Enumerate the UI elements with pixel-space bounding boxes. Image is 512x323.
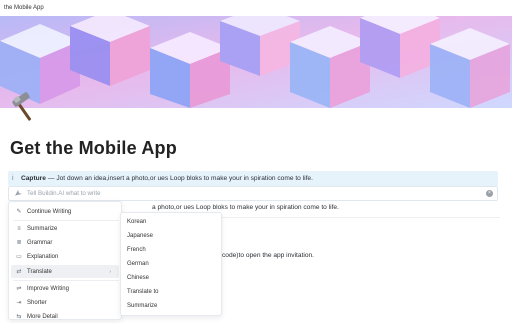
- menu-item-continue-writing[interactable]: ✎ Continue Writing: [11, 205, 119, 218]
- menu-item-explanation[interactable]: ▭ Explanation: [11, 250, 119, 263]
- menu-item-summarize[interactable]: ≡ Summarize: [11, 222, 119, 235]
- callout-capture: i Capture — Jot down an idea,insert a ph…: [8, 171, 498, 186]
- cover-image: [0, 16, 512, 108]
- improve-icon: ⇌: [16, 286, 22, 292]
- ai-sparkle-icon: [14, 189, 23, 198]
- ai-prompt-bar: ×: [8, 186, 498, 201]
- submenu-item-label: Summarize: [127, 303, 158, 309]
- menu-item-label: Continue Writing: [27, 208, 72, 215]
- menu-divider: [13, 280, 119, 281]
- menu-item-label: Summarize: [27, 225, 58, 232]
- page-title: Get the Mobile App: [10, 138, 177, 158]
- submenu-item-korean[interactable]: Korean: [123, 216, 219, 228]
- submenu-item-label: German: [127, 261, 149, 267]
- submenu-item-summarize[interactable]: Summarize: [123, 300, 219, 312]
- menu-item-label: Shorter: [27, 299, 47, 306]
- submenu-item-french[interactable]: French: [123, 244, 219, 256]
- submenu-item-label: Japanese: [127, 233, 154, 239]
- window-title: the Mobile App: [4, 5, 44, 11]
- window-title-bar: the Mobile App: [0, 0, 512, 16]
- cubes-graphic: [0, 16, 512, 108]
- hammer-icon[interactable]: [8, 90, 42, 124]
- menu-item-translate[interactable]: ⇄ Translate ›: [11, 265, 119, 278]
- translate-submenu: Korean Japanese French German Chinese Tr…: [120, 212, 222, 316]
- menu-item-improve-writing[interactable]: ⇌ Improve Writing: [11, 282, 119, 295]
- callout-strong: Capture: [21, 175, 46, 182]
- ai-actions-menu: ✎ Continue Writing ≡ Summarize ≣ Grammar…: [8, 201, 122, 320]
- menu-item-label: Improve Writing: [27, 285, 69, 292]
- submenu-item-label: Translate to: [127, 289, 159, 295]
- explanation-icon: ▭: [16, 254, 22, 260]
- menu-item-label: Explanation: [27, 253, 59, 260]
- summarize-icon: ≡: [17, 225, 21, 232]
- callout-marker-icon: i: [12, 174, 14, 182]
- ai-prompt-input[interactable]: [27, 188, 497, 199]
- callout-text: — Jot down an idea,insert a photo,or ues…: [47, 175, 313, 182]
- menu-item-label: Grammar: [27, 239, 53, 246]
- translate-icon: ⇄: [16, 269, 22, 275]
- body-text-line: a photo,or ues Loop bloks to make your i…: [152, 204, 339, 211]
- submenu-item-german[interactable]: German: [123, 258, 219, 270]
- submenu-item-label: French: [127, 247, 146, 253]
- grammar-icon: ≣: [16, 240, 22, 246]
- menu-item-label: Translate: [27, 268, 52, 275]
- clear-icon[interactable]: ×: [486, 190, 493, 197]
- submenu-item-label: Chinese: [127, 275, 150, 281]
- submenu-item-japanese[interactable]: Japanese: [123, 230, 219, 242]
- body-text-line: code)to open the app invitation.: [222, 252, 315, 259]
- menu-divider: [13, 220, 119, 221]
- submenu-item-label: Korean: [127, 219, 147, 225]
- menu-item-shorter[interactable]: ⇥ Shorter: [11, 296, 119, 309]
- submenu-item-translate-to[interactable]: Translate to: [123, 286, 219, 298]
- menu-item-more-detail[interactable]: ⇆ More Detail: [11, 310, 119, 323]
- more-detail-icon: ⇆: [16, 314, 22, 320]
- chevron-right-icon: ›: [109, 268, 111, 275]
- pen-icon: ✎: [16, 209, 22, 215]
- menu-item-label: More Detail: [27, 313, 58, 320]
- menu-item-grammar[interactable]: ≣ Grammar: [11, 236, 119, 249]
- shorter-icon: ⇥: [16, 300, 22, 306]
- submenu-item-chinese[interactable]: Chinese: [123, 272, 219, 284]
